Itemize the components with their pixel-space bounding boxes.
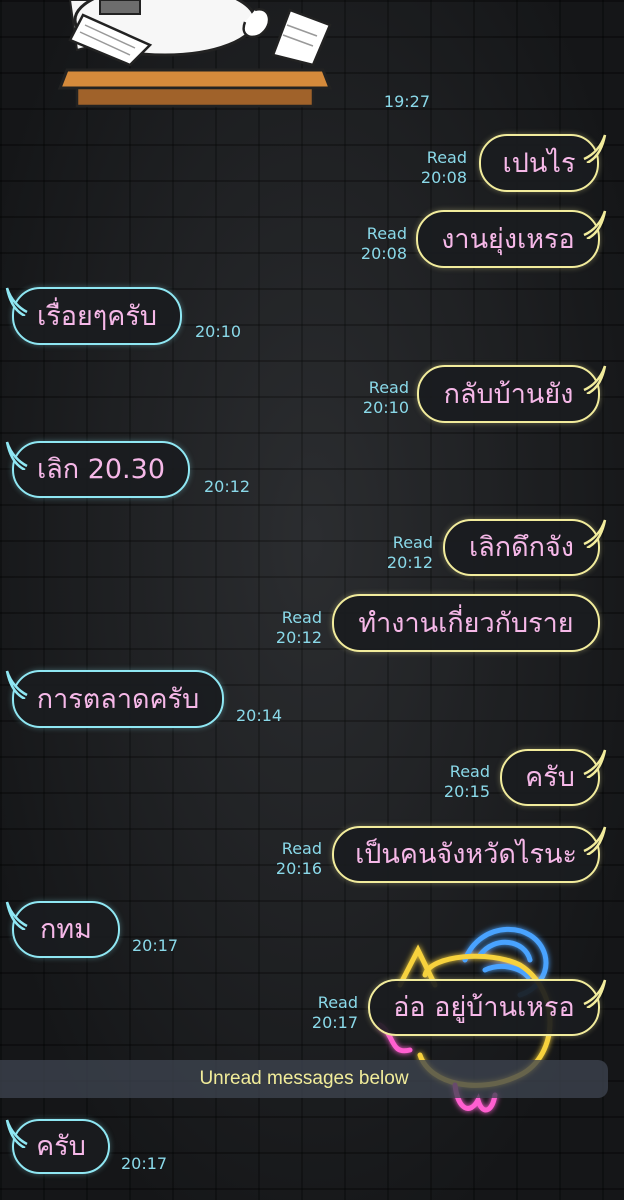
read-receipt: Read 20:10 <box>362 378 409 417</box>
bubble-tail-sent <box>583 979 607 1008</box>
read-receipt: Read 20:17 <box>311 993 358 1032</box>
sent-message-bubble[interactable]: เปนไร <box>479 134 599 192</box>
read-receipt: Read 20:12 <box>275 608 322 647</box>
sticker-timestamp: 19:27 <box>383 92 430 111</box>
bubble-tail-received <box>5 670 28 699</box>
read-receipt: Read 20:08 <box>360 224 407 263</box>
message-timestamp: 20:10 <box>195 322 242 341</box>
message-timestamp: 20:14 <box>236 706 283 725</box>
bubble-tail-received <box>5 1119 28 1148</box>
bubble-tail-received <box>5 901 28 930</box>
unread-messages-divider: Unread messages below <box>0 1060 608 1098</box>
bubble-tail-sent <box>583 826 607 855</box>
bubble-tail-sent <box>583 365 607 394</box>
received-message-bubble[interactable]: เลิก 20.30 <box>12 441 190 498</box>
sent-message-bubble[interactable]: อ่อ อยู่บ้านเหรอ <box>368 979 600 1036</box>
read-receipt: Read 20:15 <box>443 762 490 801</box>
bubble-tail-sent <box>583 749 607 778</box>
bubble-tail-received <box>5 287 28 316</box>
received-message-bubble[interactable]: เรื่อยๆครับ <box>12 287 182 345</box>
message-timestamp: 20:17 <box>132 936 179 955</box>
read-receipt: Read 20:08 <box>420 148 467 187</box>
read-receipt: Read 20:16 <box>275 839 322 878</box>
bubble-tail-sent <box>583 134 607 163</box>
bubble-tail-received <box>5 441 28 470</box>
received-message-bubble[interactable]: การตลาดครับ <box>12 670 224 728</box>
message-timestamp: 20:17 <box>121 1154 168 1173</box>
sent-message-bubble[interactable]: กลับบ้านยัง <box>417 365 600 423</box>
read-receipt: Read 20:12 <box>386 533 433 572</box>
bubble-tail-sent <box>583 519 607 548</box>
sent-message-bubble[interactable]: เป็นคนจังหวัดไรนะ <box>332 826 600 883</box>
message-timestamp: 20:12 <box>204 477 251 496</box>
chat-screen: 19:27 Read 20:08 เปนไร Read 20:08 งานยุ่… <box>0 0 624 1200</box>
sent-message-bubble[interactable]: ทำงานเกี่ยวกับราย <box>332 594 600 652</box>
unread-divider-label: Unread messages below <box>199 1068 409 1089</box>
bubble-tail-sent <box>583 210 607 239</box>
sent-message-bubble[interactable]: เลิกดึกจัง <box>443 519 600 576</box>
sent-message-bubble[interactable]: งานยุ่งเหรอ <box>416 210 600 268</box>
sticker-cat-at-desk[interactable] <box>55 0 335 110</box>
